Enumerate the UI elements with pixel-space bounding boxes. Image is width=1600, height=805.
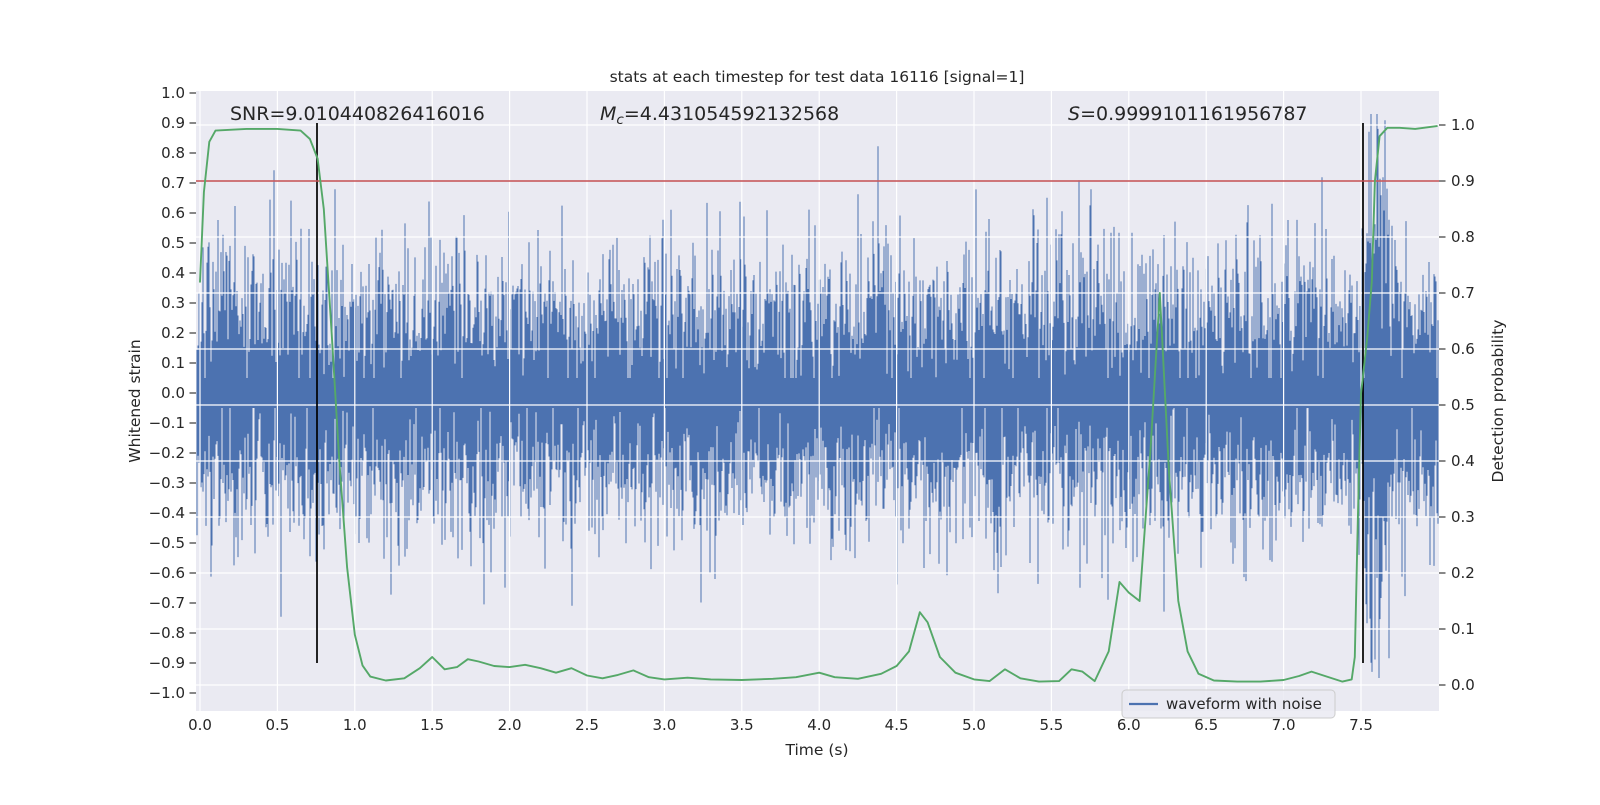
y-tick-label-left: −0.1 xyxy=(149,414,185,432)
y-tick-label-right: 0.0 xyxy=(1451,676,1475,694)
y-tick-label-left: 0.7 xyxy=(161,174,185,192)
y-tick-label-left: 0.2 xyxy=(161,324,185,342)
x-tick-label: 1.0 xyxy=(343,716,367,734)
y-tick-label-left: −0.6 xyxy=(149,564,185,582)
y-tick-label-right: 0.9 xyxy=(1451,172,1475,190)
figure: 1.0 0.9 0.8 0.7 0.6 0.5 0.4 0.3 0.2 0.1 0.0 −0.1 −0.… xyxy=(0,0,1600,800)
x-tick-label: 5.5 xyxy=(1039,716,1063,734)
y-axis-label-right: Detection probability xyxy=(1489,320,1507,483)
x-tick-label: 6.5 xyxy=(1194,716,1218,734)
y-tick-label-left: 1.0 xyxy=(161,84,185,102)
y-tick-label-right: 0.6 xyxy=(1451,340,1475,358)
annotation-stat: S=0.9999101161956787 xyxy=(1068,103,1308,125)
x-tick-label: 5.0 xyxy=(962,716,986,734)
annotation-stat-symbol: S xyxy=(1068,103,1080,125)
y-tick-label-right: 0.8 xyxy=(1451,228,1475,246)
y-tick-label-left: −0.8 xyxy=(149,624,185,642)
x-tick-label: 3.0 xyxy=(652,716,676,734)
annotation-chirp-mass-symbol: M xyxy=(600,103,616,125)
y-tick-label-left: −0.7 xyxy=(149,594,185,612)
y-tick-label-right: 0.4 xyxy=(1451,452,1475,470)
y-tick-label-left: −1.0 xyxy=(149,684,185,702)
y-tick-label-left: 0.0 xyxy=(161,384,185,402)
y-tick-label-right: 0.3 xyxy=(1451,508,1475,526)
x-tick-label: 4.5 xyxy=(885,716,909,734)
chart-title: stats at each timestep for test data 161… xyxy=(610,68,1025,86)
y-tick-label-right: 0.5 xyxy=(1451,396,1475,414)
x-tick-label: 4.0 xyxy=(807,716,831,734)
annotation-chirp-mass: Mc=4.431054592132568 xyxy=(600,103,839,128)
y-tick-label-left: −0.4 xyxy=(149,504,185,522)
y-tick-label-left: 0.6 xyxy=(161,204,185,222)
y-tick-label-left: 0.3 xyxy=(161,294,185,312)
y-tick-label-left: 0.8 xyxy=(161,144,185,162)
y-tick-label-left: 0.1 xyxy=(161,354,185,372)
annotation-chirp-mass-value: =4.431054592132568 xyxy=(624,103,839,125)
y-tick-label-left: 0.5 xyxy=(161,234,185,252)
legend-label: waveform with noise xyxy=(1166,695,1322,713)
x-tick-label: 0.5 xyxy=(265,716,289,734)
x-tick-label: 2.0 xyxy=(498,716,522,734)
y-tick-label-left: −0.9 xyxy=(149,654,185,672)
y-tick-label-left: 0.4 xyxy=(161,264,185,282)
x-tick-label: 2.5 xyxy=(575,716,599,734)
x-tick-label: 0.0 xyxy=(188,716,212,734)
y-tick-label-left: −0.3 xyxy=(149,474,185,492)
y-tick-label-right: 0.7 xyxy=(1451,284,1475,302)
legend: waveform with noise xyxy=(1122,690,1335,718)
y-axis-label-left: Whitened strain xyxy=(126,339,144,462)
annotation-snr: SNR=9.010440826416016 xyxy=(230,103,485,125)
y-tick-label-left: 0.9 xyxy=(161,114,185,132)
x-tick-label: 7.0 xyxy=(1272,716,1296,734)
y-tick-label-right: 1.0 xyxy=(1451,116,1475,134)
y-tick-label-left: −0.2 xyxy=(149,444,185,462)
y-tick-label-right: 0.2 xyxy=(1451,564,1475,582)
y-tick-label-right: 0.1 xyxy=(1451,620,1475,638)
x-tick-label: 7.5 xyxy=(1349,716,1373,734)
x-tick-label: 3.5 xyxy=(730,716,754,734)
y-tick-label-left: −0.5 xyxy=(149,534,185,552)
annotation-stat-value: =0.9999101161956787 xyxy=(1080,103,1307,125)
x-axis-label: Time (s) xyxy=(784,741,848,759)
chart-canvas: 1.0 0.9 0.8 0.7 0.6 0.5 0.4 0.3 0.2 0.1 0.0 −0.1 −0.… xyxy=(0,0,1600,800)
x-tick-label: 1.5 xyxy=(420,716,444,734)
x-tick-label: 6.0 xyxy=(1117,716,1141,734)
